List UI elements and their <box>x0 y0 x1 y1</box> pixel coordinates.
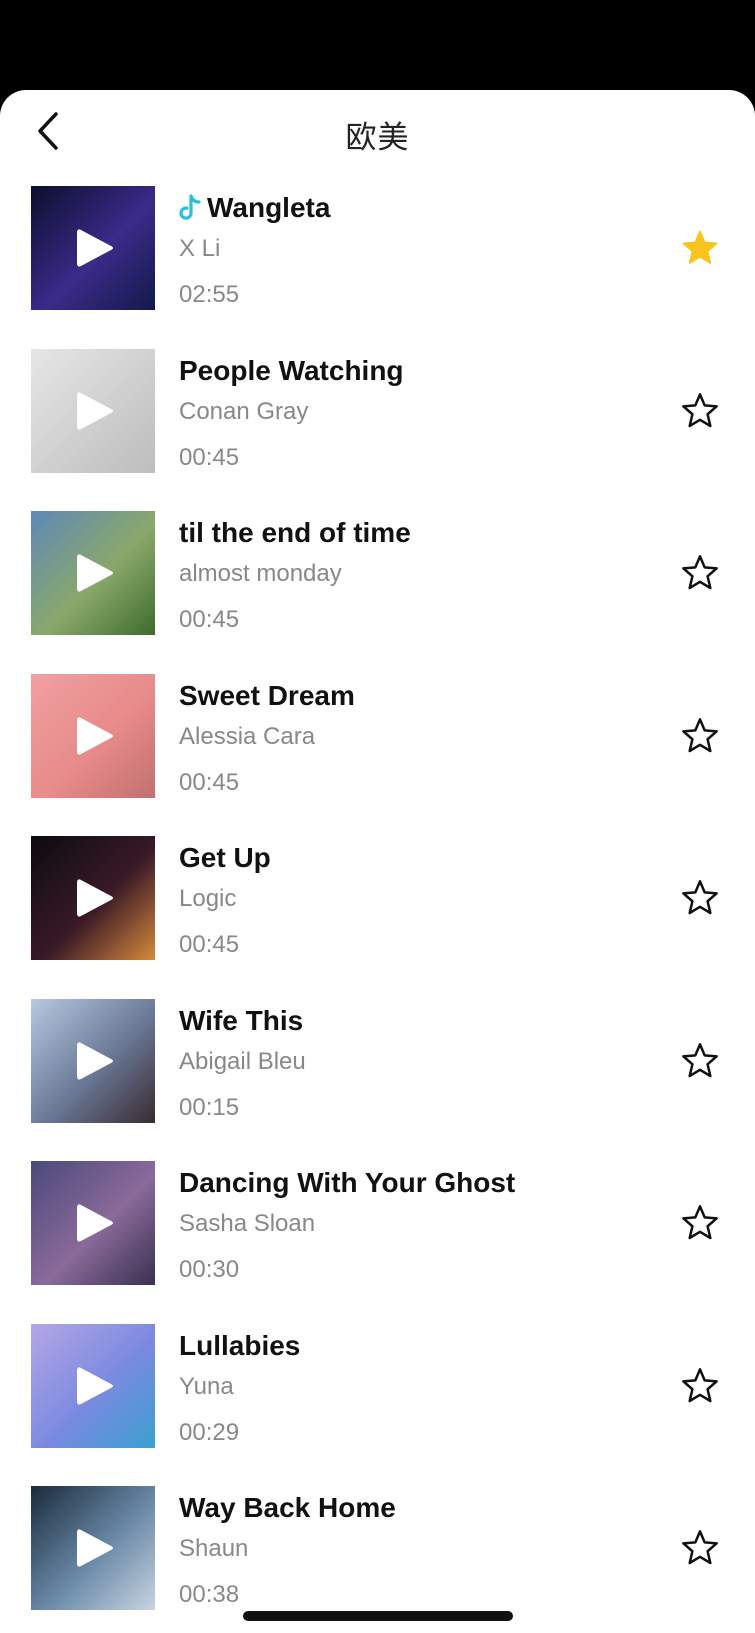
song-info: Get Up Logic 00:45 <box>179 836 649 960</box>
favorite-button[interactable] <box>676 874 724 922</box>
song-row[interactable]: til the end of time almost monday 00:45 <box>0 511 755 674</box>
song-title: People Watching <box>179 354 404 386</box>
album-cover[interactable] <box>31 836 155 960</box>
song-artist: X Li <box>179 235 221 262</box>
album-cover[interactable] <box>31 186 155 310</box>
song-title-line: Wangleta <box>179 192 330 224</box>
song-row[interactable]: Wangleta X Li 02:55 <box>0 186 755 349</box>
star-outline-icon <box>682 392 718 427</box>
play-icon <box>77 229 113 267</box>
song-info: Wife This Abigail Bleu 00:15 <box>179 999 649 1123</box>
star-filled-icon <box>682 230 718 264</box>
album-cover[interactable] <box>31 673 155 798</box>
screen: 欧美 Wangleta X Li 02:55 People Watching C… <box>0 0 755 1633</box>
song-duration: 00:29 <box>179 1418 240 1446</box>
favorite-button[interactable] <box>676 1199 724 1247</box>
song-duration: 00:15 <box>179 1093 240 1121</box>
song-info: Dancing With Your Ghost Sasha Sloan 00:3… <box>179 1161 649 1285</box>
song-title: Wife This <box>179 1004 304 1036</box>
song-artist: Sasha Sloan <box>179 1210 316 1237</box>
song-duration: 00:45 <box>179 931 240 958</box>
song-title-line: Dancing With Your Ghost <box>179 1167 515 1199</box>
playlist-sheet: 欧美 Wangleta X Li 02:55 People Watching C… <box>0 90 755 1633</box>
album-cover[interactable] <box>31 998 155 1123</box>
album-cover[interactable] <box>31 1486 155 1610</box>
song-artist: Abigail Bleu <box>179 1047 306 1075</box>
song-title: Get Up <box>179 842 271 873</box>
nav-bar: 欧美 <box>0 90 755 176</box>
song-info: Wangleta X Li 02:55 <box>179 186 649 310</box>
song-title-line: People Watching <box>179 355 404 387</box>
song-duration: 00:38 <box>179 1581 240 1608</box>
star-outline-icon <box>682 555 718 590</box>
song-duration: 00:30 <box>179 1256 240 1283</box>
album-cover[interactable] <box>31 511 155 635</box>
album-cover[interactable] <box>31 1161 155 1285</box>
song-info: Sweet Dream Alessia Cara 00:45 <box>179 674 649 798</box>
star-outline-icon <box>682 1530 718 1565</box>
favorite-button[interactable] <box>676 1524 724 1572</box>
favorite-button[interactable] <box>676 224 724 272</box>
home-indicator <box>243 1611 513 1621</box>
play-icon <box>77 1041 113 1080</box>
song-row[interactable]: Get Up Logic 00:45 <box>0 836 755 999</box>
tiktok-note-icon <box>179 194 201 220</box>
play-icon <box>77 1204 113 1242</box>
star-outline-icon <box>682 717 718 752</box>
song-row[interactable]: Sweet Dream Alessia Cara 00:45 <box>0 673 755 837</box>
song-title: Wangleta <box>207 192 331 223</box>
play-icon <box>77 1366 113 1405</box>
star-outline-icon <box>682 1367 718 1402</box>
song-title-line: Wife This <box>179 1005 303 1037</box>
page-title: 欧美 <box>345 120 410 156</box>
favorite-button[interactable] <box>676 1037 724 1085</box>
play-icon <box>77 391 113 430</box>
song-row[interactable]: Wife This Abigail Bleu 00:15 <box>0 998 755 1162</box>
play-icon <box>77 716 113 755</box>
song-artist: almost monday <box>179 560 342 587</box>
song-info: Way Back Home Shaun 00:38 <box>179 1486 649 1610</box>
favorite-button[interactable] <box>676 387 724 435</box>
song-row[interactable]: Lullabies Yuna 00:29 <box>0 1323 755 1487</box>
song-artist: Shaun <box>179 1535 249 1562</box>
song-title-line: Sweet Dream <box>179 680 355 712</box>
favorite-button[interactable] <box>676 549 724 597</box>
song-list: Wangleta X Li 02:55 People Watching Cona… <box>0 186 755 1633</box>
song-title: Dancing With Your Ghost <box>179 1167 516 1198</box>
song-title: Lullabies <box>179 1329 301 1361</box>
play-icon <box>77 1529 113 1567</box>
song-artist: Conan Gray <box>179 397 309 425</box>
song-duration: 02:55 <box>179 281 240 308</box>
song-title: Way Back Home <box>179 1492 396 1523</box>
song-info: til the end of time almost monday 00:45 <box>179 511 649 635</box>
status-bar <box>0 0 755 90</box>
play-icon <box>77 879 113 917</box>
song-artist: Logic <box>179 885 237 912</box>
song-info: Lullabies Yuna 00:29 <box>179 1324 649 1448</box>
favorite-button[interactable] <box>676 712 724 760</box>
album-cover[interactable] <box>31 348 155 473</box>
song-row[interactable]: People Watching Conan Gray 00:45 <box>0 348 755 512</box>
play-icon <box>77 554 113 592</box>
song-title: Sweet Dream <box>179 679 355 711</box>
star-outline-icon <box>682 1042 718 1077</box>
album-cover[interactable] <box>31 1323 155 1448</box>
song-artist: Alessia Cara <box>179 722 316 750</box>
star-outline-icon <box>682 880 718 915</box>
song-title-line: Lullabies <box>179 1330 300 1362</box>
song-duration: 00:45 <box>179 443 240 471</box>
song-title-line: til the end of time <box>179 517 411 549</box>
song-title-line: Way Back Home <box>179 1492 396 1524</box>
song-artist: Yuna <box>179 1372 234 1400</box>
song-duration: 00:45 <box>179 606 240 633</box>
song-info: People Watching Conan Gray 00:45 <box>179 349 649 473</box>
song-duration: 00:45 <box>179 768 240 796</box>
favorite-button[interactable] <box>676 1362 724 1410</box>
song-row[interactable]: Dancing With Your Ghost Sasha Sloan 00:3… <box>0 1161 755 1324</box>
song-title: til the end of time <box>179 517 411 548</box>
star-outline-icon <box>682 1205 718 1240</box>
song-title-line: Get Up <box>179 842 271 874</box>
